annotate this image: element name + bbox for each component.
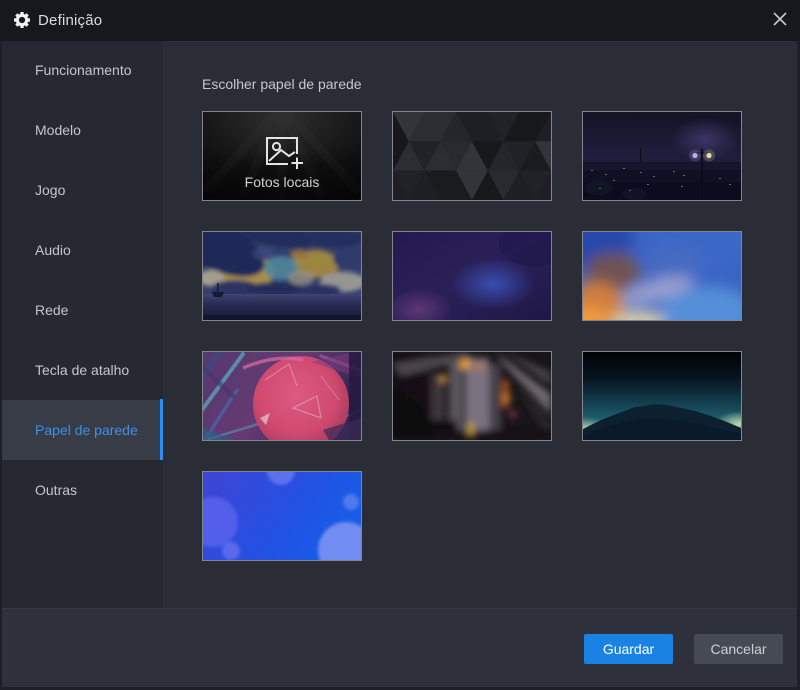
svg-text:Fotos locais: Fotos locais (245, 174, 320, 190)
